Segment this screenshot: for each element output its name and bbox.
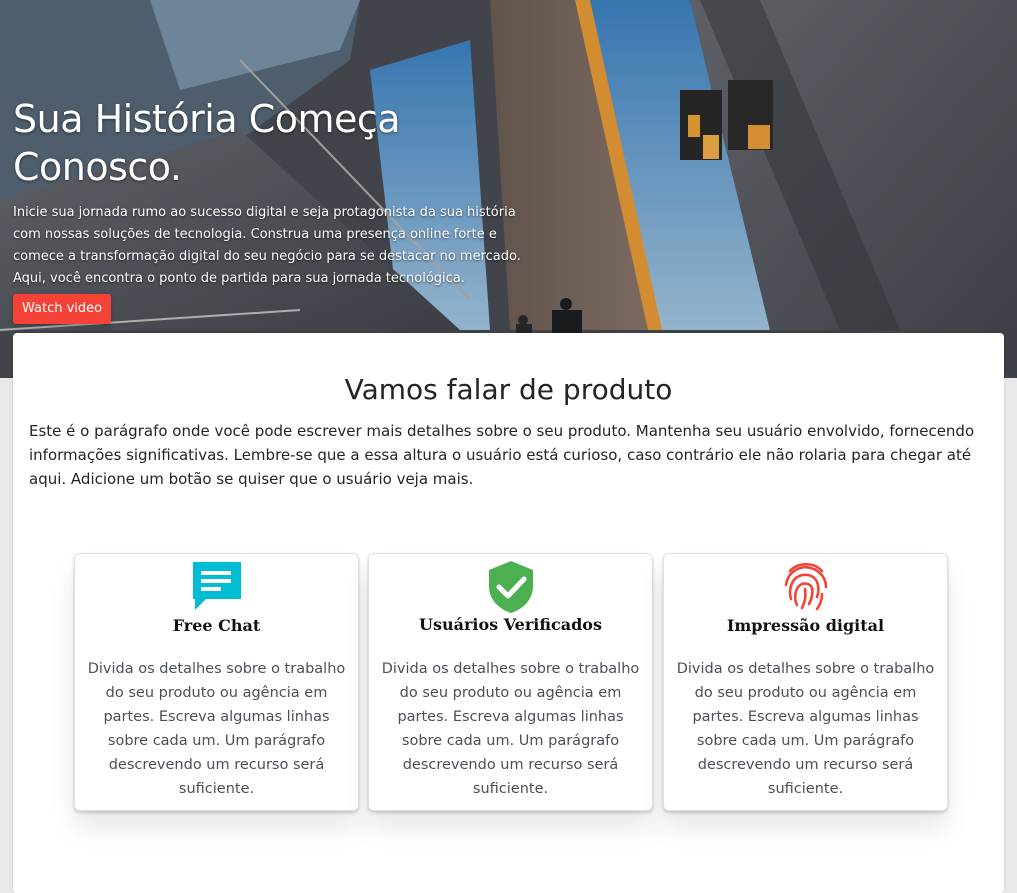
product-section: Vamos falar de produto Este é o parágraf…	[13, 333, 1004, 893]
fingerprint-icon	[784, 562, 827, 611]
section-title: Vamos falar de produto	[344, 373, 673, 406]
chat-icon	[192, 562, 241, 610]
feature-card-free-chat: Free Chat Divida os detalhes sobre o tra…	[74, 553, 359, 811]
feature-description: Divida os detalhes sobre o trabalho do s…	[87, 661, 346, 797]
hero-section: Sua História Começa Conosco. Inicie sua …	[0, 0, 1017, 378]
feature-card-fingerprint: Impressão digital Divida os detalhes sob…	[663, 553, 948, 811]
feature-card-verified-users: Usuários Verificados Divida os detalhes …	[368, 553, 653, 811]
hero-title: Sua História Começa Conosco.	[13, 97, 401, 189]
watch-video-button[interactable]: Watch video	[13, 294, 112, 324]
feature-description: Divida os detalhes sobre o trabalho do s…	[676, 661, 935, 797]
hero-description: Inicie sua jornada rumo ao sucesso digit…	[13, 205, 521, 286]
feature-title: Usuários Verificados	[419, 615, 602, 634]
section-description: Este é o parágrafo onde você pode escrev…	[29, 422, 975, 488]
feature-title: Free Chat	[172, 616, 261, 635]
feature-description: Divida os detalhes sobre o trabalho do s…	[381, 661, 640, 797]
verified-shield-icon	[488, 561, 533, 613]
feature-title: Impressão digital	[726, 616, 885, 635]
